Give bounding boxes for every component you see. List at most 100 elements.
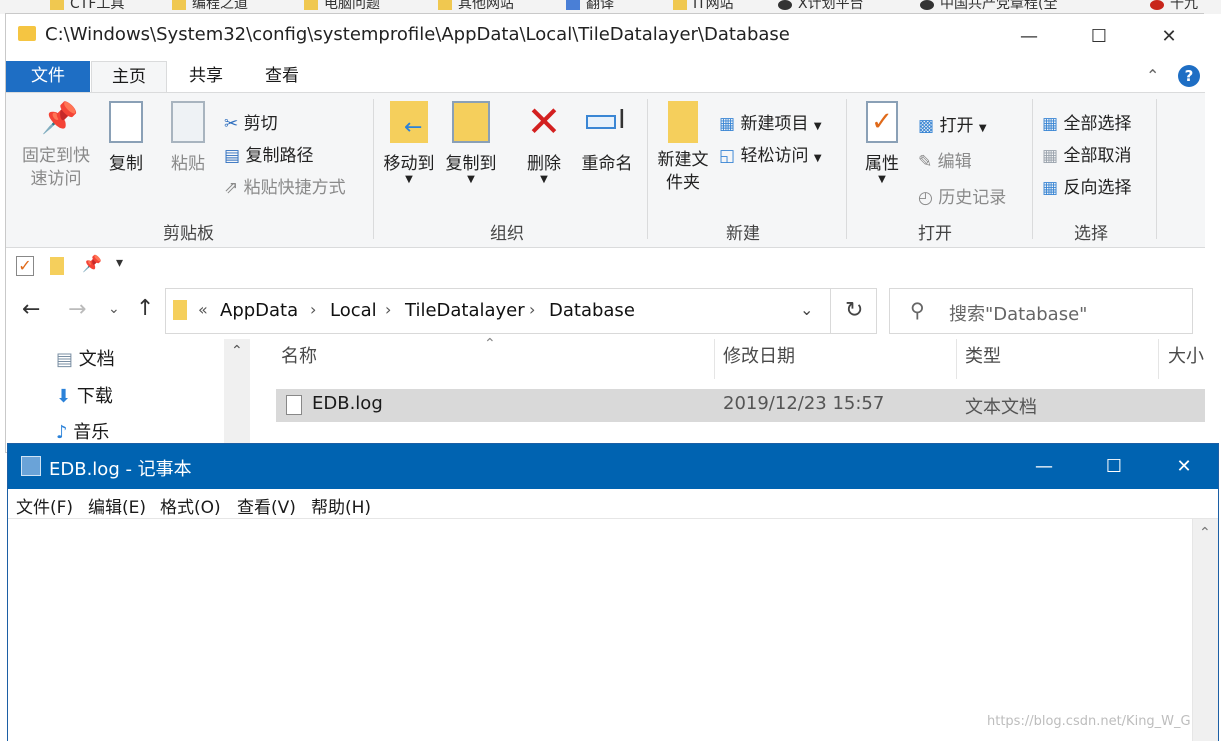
bookmark-ctf-tools[interactable]: CTF工具 — [50, 0, 124, 14]
pin-icon[interactable]: 📌 — [82, 254, 102, 273]
tab-view[interactable]: 查看 — [252, 61, 312, 92]
paste-shortcut-button[interactable]: ⇗ 粘贴快捷方式 — [224, 173, 346, 198]
move-to-button[interactable]: ← 移动到 ▼ — [380, 101, 438, 185]
nav-item-music[interactable]: ♪ 音乐 — [56, 418, 109, 444]
nav-item-downloads[interactable]: ⬇ 下载 — [56, 382, 113, 408]
select-all-button[interactable]: ▦ 全部选择 — [1042, 109, 1131, 134]
rename-button[interactable]: I 重命名 — [576, 101, 638, 174]
table-row[interactable]: EDB.log 2019/12/23 15:57 文本文档 — [276, 389, 1205, 422]
copy-path-button[interactable]: ▤ 复制路径 — [224, 141, 313, 166]
chevron-right-icon[interactable]: › — [385, 300, 391, 319]
folder-icon — [173, 300, 187, 320]
edit-icon: ✎ — [918, 152, 933, 172]
organize-group-label: 组织 — [490, 224, 524, 244]
open-button[interactable]: ▩ 打开 ▼ — [918, 111, 987, 136]
delete-button[interactable]: ✕ 删除 ▼ — [522, 101, 566, 186]
divider — [373, 99, 374, 239]
bookmark-pc-issues[interactable]: 电脑问题 — [304, 0, 380, 14]
pin-icon: 📌 — [41, 101, 79, 136]
checkmark-icon: ✓ — [866, 101, 898, 143]
new-item-button[interactable]: ▦ 新建项目 ▼ — [719, 109, 822, 134]
minimize-button[interactable]: — — [994, 14, 1064, 58]
breadcrumb-tiledatalayer[interactable]: TileDatalayer — [405, 300, 525, 321]
overflow-chevron-icon[interactable]: « — [198, 300, 208, 319]
column-header-size[interactable]: 大小 — [1168, 342, 1205, 368]
bookmark-cpc-charter[interactable]: 中国共产党章程(全 — [920, 0, 1057, 14]
edit-button[interactable]: ✎ 编辑 — [918, 147, 972, 172]
folder-icon — [50, 0, 64, 10]
file-name: EDB.log — [312, 393, 383, 414]
paste-button[interactable]: 粘贴 — [164, 101, 212, 174]
move-to-icon: ← — [390, 101, 428, 143]
invert-selection-button[interactable]: ▦ 反向选择 — [1042, 173, 1131, 198]
history-dropdown-icon[interactable]: ⌄ — [800, 300, 813, 319]
bookmark-translate[interactable]: 翻译 — [566, 0, 614, 14]
notepad-text-area[interactable] — [8, 519, 1192, 741]
nav-item-documents[interactable]: ▤ 文档 — [56, 345, 115, 371]
column-header-name[interactable]: 名称 — [281, 342, 317, 368]
chevron-right-icon[interactable]: › — [529, 300, 535, 319]
maximize-button[interactable]: ☐ — [1064, 14, 1134, 58]
close-button[interactable]: ✕ — [1134, 14, 1204, 58]
bookmark-programming[interactable]: 编程之道 — [172, 0, 248, 14]
tab-file[interactable]: 文件 — [6, 61, 90, 92]
divider — [956, 339, 957, 379]
forward-arrow-icon[interactable]: → — [68, 297, 86, 322]
back-arrow-icon[interactable]: ← — [22, 297, 40, 322]
menu-help[interactable]: 帮助(H) — [311, 493, 371, 518]
copy-to-button[interactable]: 复制到 ▼ — [442, 101, 500, 185]
scroll-up-icon[interactable]: ⌃ — [231, 343, 243, 359]
notepad-scrollbar[interactable]: ⌃ — [1192, 519, 1218, 741]
properties-button[interactable]: ✓ 属性 ▼ — [858, 101, 906, 185]
search-input[interactable]: 搜索"Database" — [949, 300, 1087, 326]
download-icon: ⬇ — [56, 386, 72, 407]
bookmark-it-sites[interactable]: IT网站 — [673, 0, 734, 14]
breadcrumb-local[interactable]: Local — [330, 300, 377, 321]
document-icon: ▤ — [56, 349, 74, 370]
clipboard-icon — [171, 101, 205, 143]
up-arrow-icon[interactable]: ↑ — [136, 296, 154, 321]
nav-scrollbar[interactable]: ⌃ — [224, 339, 250, 454]
menu-view[interactable]: 查看(V) — [237, 493, 296, 518]
recent-locations-icon[interactable]: ⌄ — [108, 301, 120, 317]
copy-to-icon — [452, 101, 490, 143]
breadcrumb-database[interactable]: Database — [549, 300, 635, 321]
collapse-ribbon-icon[interactable]: ⌃ — [1146, 66, 1159, 85]
history-button[interactable]: ◴ 历史记录 — [918, 183, 1006, 208]
maximize-button[interactable]: ☐ — [1079, 444, 1149, 489]
copy-button[interactable]: 复制 — [102, 101, 150, 174]
close-button[interactable]: ✕ — [1149, 444, 1219, 489]
divider — [830, 289, 831, 333]
select-none-button[interactable]: ▦ 全部取消 — [1042, 141, 1131, 166]
breadcrumb-appdata[interactable]: AppData — [220, 300, 298, 321]
menu-file[interactable]: 文件(F) — [16, 493, 73, 518]
address-bar[interactable]: « AppData › Local › TileDatalayer › Data… — [165, 288, 877, 334]
tab-share[interactable]: 共享 — [176, 61, 236, 92]
divider — [1032, 99, 1033, 239]
bookmark-nineteen[interactable]: 十九 — [1150, 0, 1198, 14]
scroll-up-icon[interactable]: ⌃ — [1199, 525, 1211, 541]
menu-format[interactable]: 格式(O) — [160, 493, 221, 518]
properties-icon[interactable]: ✓ — [16, 256, 34, 276]
help-icon[interactable]: ? — [1178, 65, 1200, 87]
bookmarks-bar: CTF工具 编程之道 电脑问题 其他网站 翻译 IT网站 X计划平台 中国共产党… — [0, 0, 1221, 14]
bookmark-other-sites[interactable]: 其他网站 — [438, 0, 514, 14]
cut-button[interactable]: ✂ 剪切 — [224, 109, 278, 134]
customize-toolbar-icon[interactable]: ▾ — [116, 255, 123, 271]
notepad-menubar: 文件(F) 编辑(E) 格式(O) 查看(V) 帮助(H) — [8, 489, 1218, 519]
minimize-button[interactable]: — — [1009, 444, 1079, 489]
scissors-icon: ✂ — [224, 114, 239, 134]
column-header-type[interactable]: 类型 — [965, 342, 1001, 368]
tab-home[interactable]: 主页 — [91, 61, 167, 92]
chevron-right-icon[interactable]: › — [310, 300, 316, 319]
menu-edit[interactable]: 编辑(E) — [88, 493, 146, 518]
column-header-date[interactable]: 修改日期 — [723, 342, 795, 368]
new-folder-button[interactable]: 新建文件夹 — [654, 101, 712, 195]
pin-quick-access-button[interactable]: 📌 固定到快速访问 — [16, 101, 96, 191]
refresh-icon[interactable]: ↻ — [845, 298, 863, 323]
search-box[interactable]: ⚲ 搜索"Database" — [889, 288, 1193, 334]
navigation-pane: ▤ 文档 ⬇ 下载 ♪ 音乐 — [6, 339, 250, 454]
easy-access-button[interactable]: ◱ 轻松访问 ▼ — [719, 141, 822, 166]
bookmark-x-plan[interactable]: X计划平台 — [778, 0, 864, 14]
new-folder-icon[interactable] — [50, 257, 64, 275]
